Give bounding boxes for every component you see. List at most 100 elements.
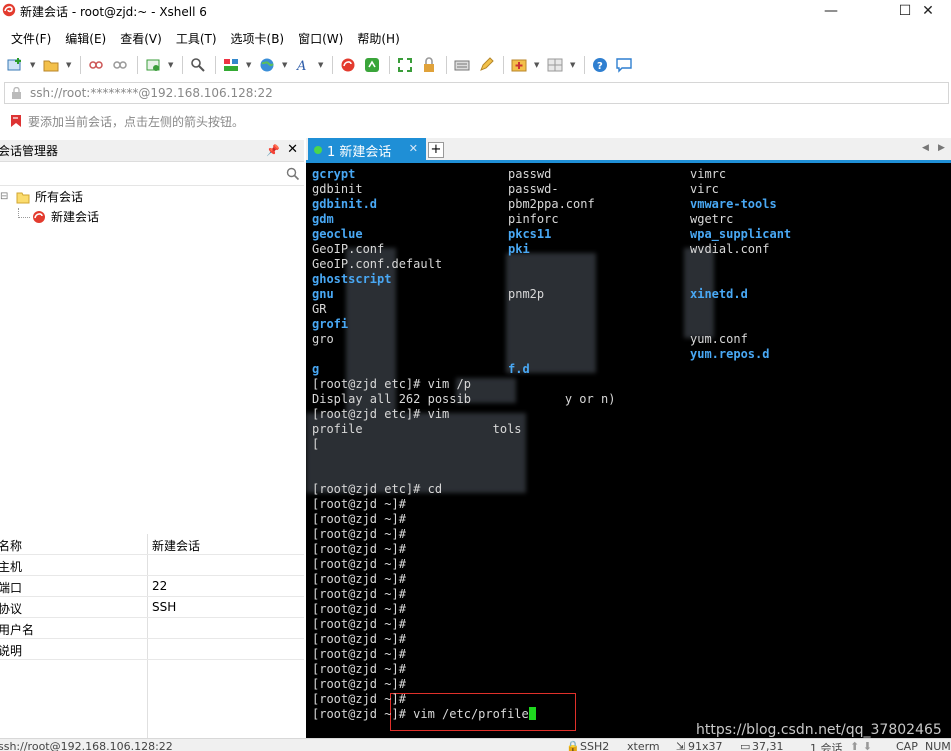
property-value: 22: [152, 579, 168, 593]
terminal-line-text: [root@zjd ~]#: [312, 692, 406, 706]
terminal-file-entry: wpa_supplicant: [690, 227, 792, 241]
terminal-view[interactable]: https://blog.csdn.net/qq_37802465 gcrypt…: [306, 163, 951, 738]
tree-node-all-sessions[interactable]: ⊟ 所有会话: [0, 188, 83, 205]
toolbar-divider: [503, 56, 504, 74]
window-title: 新建会话 - root@zjd:~ - Xshell 6: [20, 5, 207, 19]
session-manager-header: 会话管理器 📌 ✕: [0, 140, 304, 162]
new-tab-button[interactable]: +: [428, 142, 444, 158]
tab-prev-icon[interactable]: ◀: [922, 143, 929, 153]
menu-file[interactable]: 文件(F): [4, 30, 58, 47]
terminal-file-entry: pki: [508, 242, 530, 256]
terminal-line: [root@zjd ~]#: [312, 512, 406, 527]
property-row: 名称 新建会话: [0, 534, 304, 555]
status-connection: ssh://root@192.168.106.128:22: [0, 740, 173, 751]
terminal-file-entry: vmware-tools: [690, 197, 777, 211]
xshell-icon[interactable]: [339, 56, 357, 74]
lock-icon[interactable]: [420, 56, 438, 74]
menu-tab[interactable]: 选项卡(B): [224, 30, 292, 47]
toolbar-divider: [446, 56, 447, 74]
menu-view[interactable]: 查看(V): [113, 30, 169, 47]
terminal-line: [root@zjd ~]#: [312, 542, 406, 557]
address-bar[interactable]: ssh://root:********@192.168.106.128:22: [4, 82, 949, 104]
terminal-file-entry: gnu: [312, 287, 334, 301]
property-key: 协议: [0, 602, 23, 616]
session-manager-title: 会话管理器: [0, 144, 59, 158]
toolbar-divider: [389, 56, 390, 74]
terminal-line: [root@zjd ~]#: [312, 572, 406, 587]
help-icon[interactable]: ?: [591, 56, 609, 74]
property-key: 端口: [0, 581, 23, 595]
chevron-down-icon[interactable]: ▼: [168, 61, 174, 69]
menu-help[interactable]: 帮助(H): [350, 30, 406, 47]
layout-icon[interactable]: [222, 56, 240, 74]
search-icon[interactable]: [286, 167, 300, 181]
terminal-file-entry: gdbinit: [312, 182, 363, 196]
terminal-file-entry: f.d: [508, 362, 530, 376]
toolbar-divider: [332, 56, 333, 74]
chevron-down-icon[interactable]: ▼: [30, 61, 36, 69]
terminal-line-text: [: [312, 437, 320, 451]
chevron-down-icon[interactable]: ▼: [282, 61, 288, 69]
xftp-icon[interactable]: [363, 56, 381, 74]
terminal-file-entry: yum.conf: [690, 332, 748, 346]
menu-edit[interactable]: 编辑(E): [58, 30, 113, 47]
add-tab-icon[interactable]: [510, 56, 528, 74]
terminal-cursor: [528, 707, 536, 720]
terminal-file-entry: geoclue: [312, 227, 363, 241]
chevron-down-icon[interactable]: ▼: [246, 61, 252, 69]
tab-close-icon[interactable]: ✕: [409, 142, 418, 155]
collapse-icon[interactable]: ⊟: [0, 191, 14, 202]
chevron-down-icon[interactable]: ▼: [66, 61, 72, 69]
compose-icon[interactable]: [477, 56, 495, 74]
menu-tools[interactable]: 工具(T): [169, 30, 224, 47]
property-value: 新建会话: [152, 539, 201, 553]
minimize-button[interactable]: —: [808, 0, 854, 22]
terminal-line-text: Display all 262 possib y or n): [312, 392, 616, 406]
tree-node-session[interactable]: 新建会话: [18, 207, 99, 225]
font-icon[interactable]: A: [294, 56, 312, 74]
chevron-down-icon[interactable]: ▼: [318, 61, 324, 69]
globe-icon[interactable]: [258, 56, 276, 74]
terminal-file-entry: grofi: [312, 317, 349, 331]
properties-icon[interactable]: [144, 56, 162, 74]
watermark: https://blog.csdn.net/qq_37802465: [696, 722, 942, 738]
property-row: 主机: [0, 555, 304, 576]
terminal-line-text: [root@zjd ~]#: [312, 512, 406, 526]
tab-next-icon[interactable]: ▶: [938, 143, 945, 153]
menu-window[interactable]: 窗口(W): [291, 30, 350, 47]
chat-icon[interactable]: [615, 56, 633, 74]
tab-session-1[interactable]: 1 新建会话 ✕: [308, 138, 426, 162]
close-icon[interactable]: ✕: [287, 142, 298, 157]
terminal-line-text: [root@zjd ~]#: [312, 587, 406, 601]
terminal-file-entry: yum.repos.d: [690, 347, 770, 361]
terminal-line: [root@zjd etc]# cd: [312, 482, 442, 497]
chevron-down-icon[interactable]: ▼: [570, 61, 576, 69]
fullscreen-icon[interactable]: [396, 56, 414, 74]
tile-icon[interactable]: [546, 56, 564, 74]
terminal-line: [root@zjd ~]#: [312, 617, 406, 632]
open-folder-icon[interactable]: [42, 56, 60, 74]
toolbar: ▼ ▼ ▼ ▼ ▼ A ▼ ▼ ▼ ?: [0, 52, 951, 78]
session-search-input[interactable]: [0, 164, 304, 186]
property-row: 协议 SSH: [0, 597, 304, 618]
terminal-line-text: [root@zjd ~]#: [312, 647, 406, 661]
keyboard-icon[interactable]: [453, 56, 471, 74]
tab-bar: 1 新建会话 ✕ + ◀ ▶: [306, 138, 951, 162]
disconnect-icon[interactable]: [111, 56, 129, 74]
reconnect-icon[interactable]: [87, 56, 105, 74]
new-session-icon[interactable]: [6, 56, 24, 74]
terminal-line: [root@zjd ~]#: [312, 587, 406, 602]
session-nav-icons[interactable]: ⬆ ⬇: [850, 740, 872, 751]
terminal-file-entry: g: [312, 362, 320, 376]
terminal-line-text: [root@zjd ~]#: [312, 602, 406, 616]
chevron-down-icon[interactable]: ▼: [534, 61, 540, 69]
pin-icon[interactable]: 📌: [266, 144, 280, 157]
close-button[interactable]: ✕: [905, 0, 951, 22]
find-icon[interactable]: [189, 56, 207, 74]
status-bar: ssh://root@192.168.106.128:22 🔒 SSH2 xte…: [0, 738, 951, 751]
terminal-line: [root@zjd ~]#: [312, 647, 406, 662]
bookmark-arrow-icon[interactable]: [10, 114, 22, 128]
terminal-line: [root@zjd ~]#: [312, 632, 406, 647]
session-tree: ⊟ 所有会话 新建会话: [0, 186, 304, 531]
status-cursor-position: 37,31: [752, 740, 784, 751]
